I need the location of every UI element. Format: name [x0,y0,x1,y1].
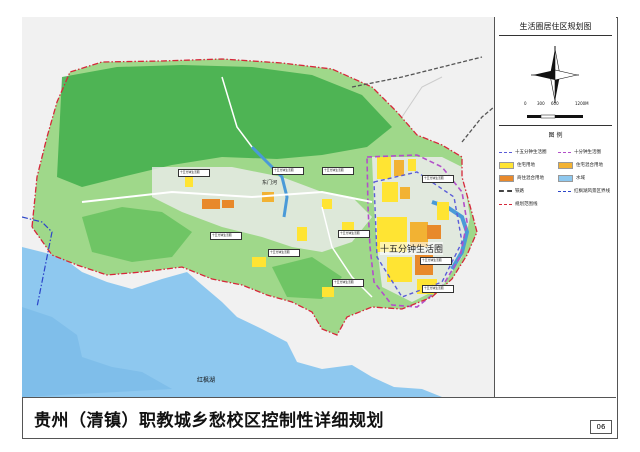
map-svg [22,17,494,397]
scale-tick: 600 [551,101,559,106]
legend-item: 十分钟生活圈 [558,147,601,157]
scale-tick: 300 [537,101,545,106]
north-arrow-icon [527,46,583,119]
title-bar: 贵州（清镇）职教城乡愁校区控制性详细规划 06 [22,397,616,438]
divider [499,125,612,126]
callout-box[interactable]: 十五分钟生活圈 [338,230,370,238]
callout-box[interactable]: 十五分钟生活圈 [272,167,304,175]
legend-item: 住宅混合用地 [558,160,603,170]
legend-item: 水域 [558,173,585,183]
legend-panel: 生活圈居住区规划图 0 300 600 1200M 图 例 十五分钟生活圈 十分… [495,17,616,397]
lake-label: 红枫湖 [197,377,216,384]
page-number: 06 [590,420,612,434]
legend-item: 红枫湖风景区界线 [558,186,610,196]
legend-item: 铁路 [499,186,524,196]
scale-tick: 0 [524,101,527,106]
callout-box[interactable]: 十五分钟生活圈 [178,169,210,177]
map-canvas[interactable]: 十五分钟生活圈 十五分钟生活圈 十五分钟生活圈 十五分钟生活圈 十五分钟生活圈 … [22,17,495,397]
circle-label: 十五分钟生活圈 [380,242,444,255]
legend-item: 规划范围线 [499,199,538,209]
divider [499,35,612,36]
callout-box[interactable]: 十五分钟生活圈 [210,232,242,240]
callout-box[interactable]: 十五分钟生活圈 [422,175,454,183]
callout-box[interactable]: 十五分钟生活圈 [332,279,364,287]
legend-item: 十五分钟生活圈 [499,147,547,157]
panel-title: 生活圈居住区规划图 [519,22,592,31]
callout-box[interactable]: 十五分钟生活圈 [322,167,354,175]
callout-box[interactable]: 十五分钟生活圈 [268,249,300,257]
legend-item: 住宅用地 [499,160,535,170]
main-title: 贵州（清镇）职教城乡愁校区控制性详细规划 [34,411,384,431]
callout-box[interactable]: 十五分钟生活圈 [420,257,452,265]
legend-title: 图 例 [548,132,563,139]
river-label: 东门河 [262,180,278,186]
scale-tick: 1200M [575,101,589,106]
legend-item: 商住混合用地 [499,173,544,183]
callout-box[interactable]: 十五分钟生活圈 [422,285,454,293]
